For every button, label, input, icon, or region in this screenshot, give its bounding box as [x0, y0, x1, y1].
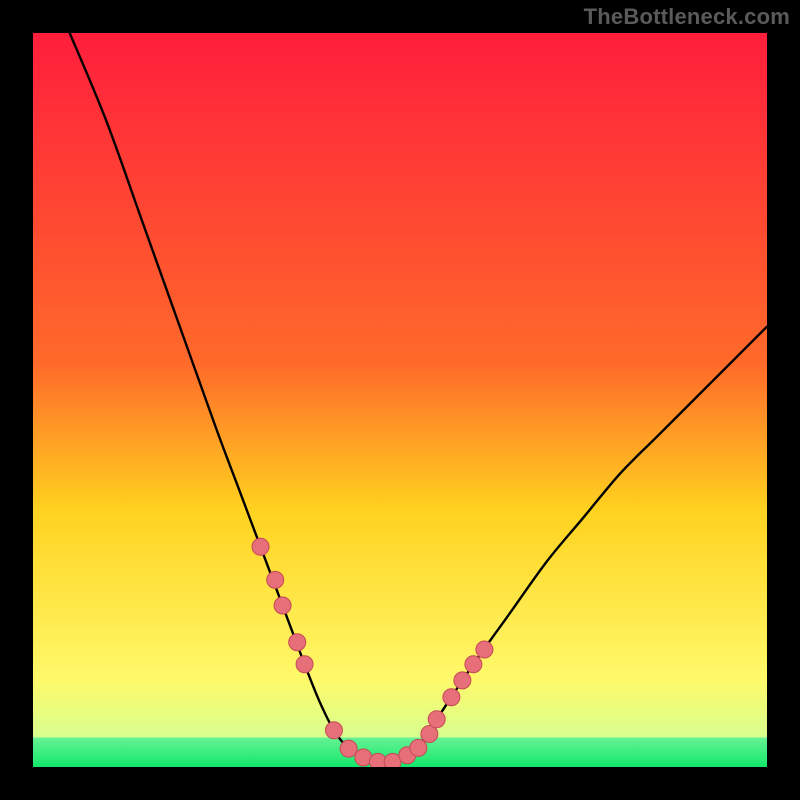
data-marker — [465, 656, 482, 673]
data-marker — [410, 739, 427, 756]
data-marker — [340, 740, 357, 757]
chart-frame: TheBottleneck.com — [0, 0, 800, 800]
attribution-text: TheBottleneck.com — [584, 4, 790, 30]
data-marker — [476, 641, 493, 658]
data-marker — [296, 656, 313, 673]
data-marker — [443, 689, 460, 706]
data-marker — [454, 672, 471, 689]
bottleneck-chart — [33, 33, 767, 767]
data-marker — [428, 711, 445, 728]
data-marker — [267, 571, 284, 588]
data-marker — [274, 597, 291, 614]
data-marker — [289, 634, 306, 651]
data-marker — [252, 538, 269, 555]
data-marker — [325, 722, 342, 739]
plot-area — [33, 33, 767, 767]
gradient-background — [33, 33, 767, 767]
